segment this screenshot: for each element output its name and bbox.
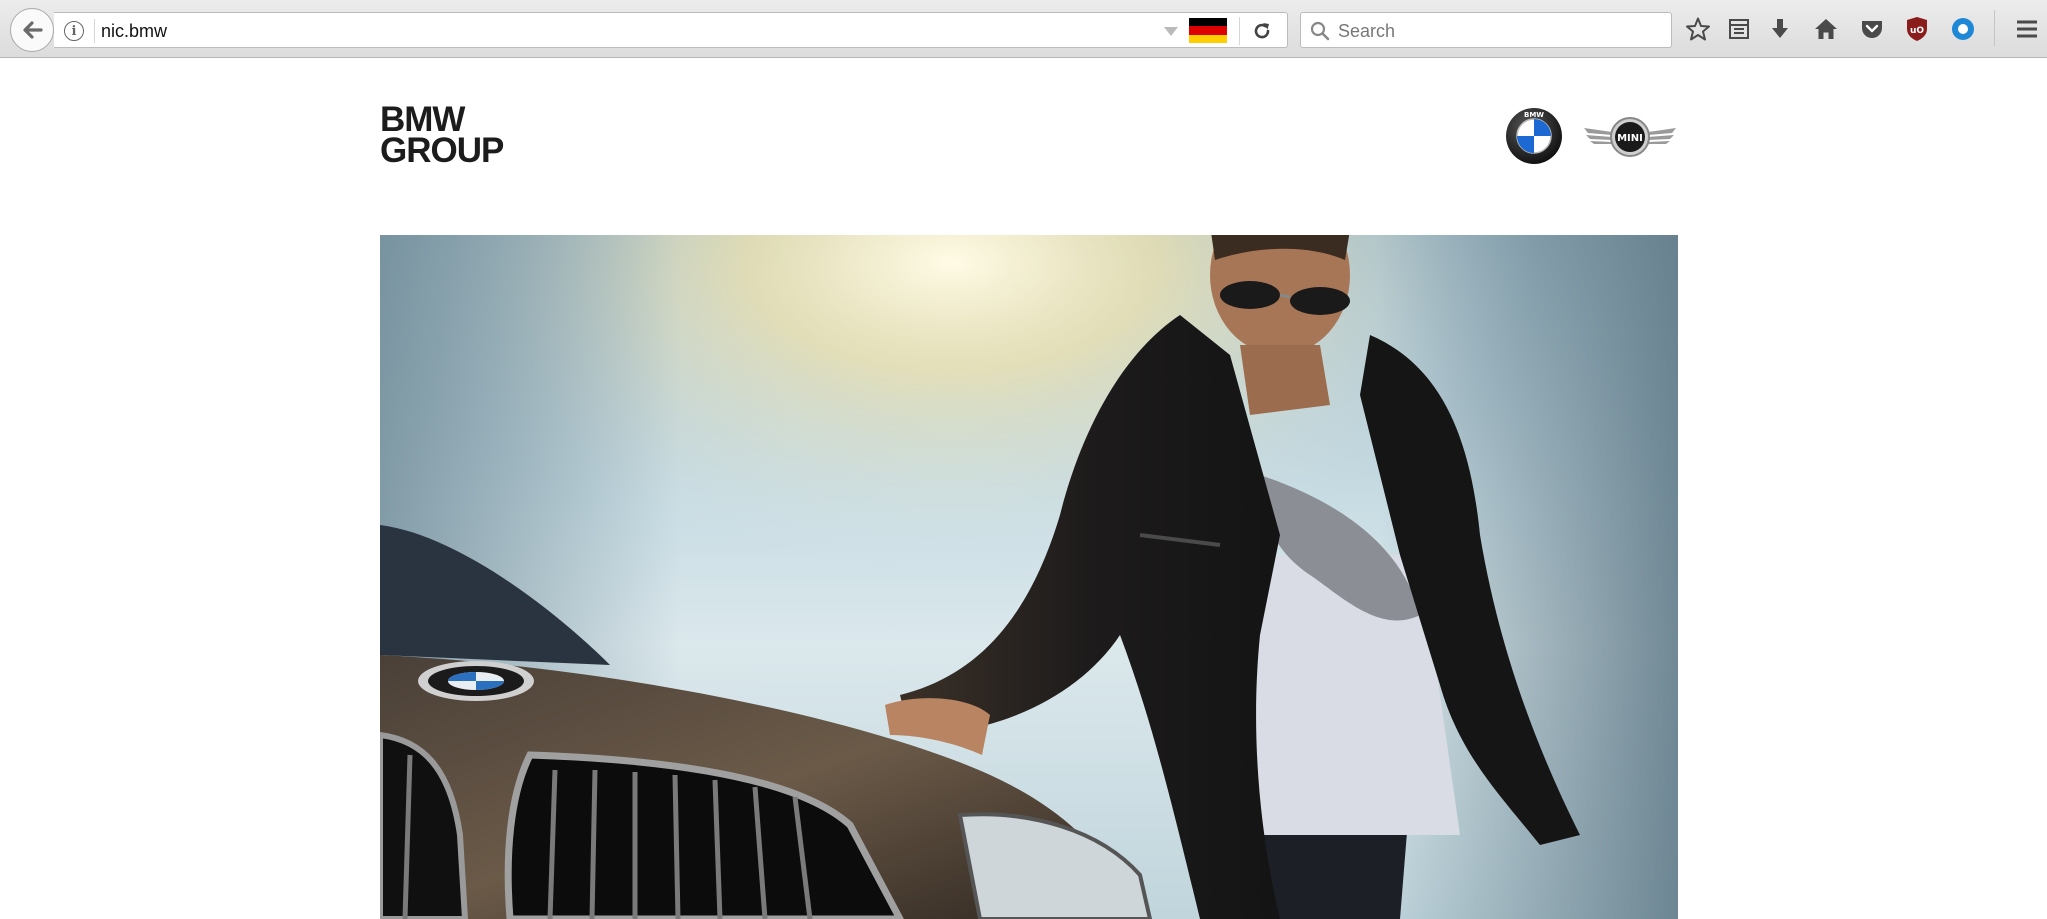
reading-list-icon[interactable]: [1724, 14, 1754, 44]
back-button[interactable]: [10, 8, 54, 52]
url-text[interactable]: nic.bmw: [101, 21, 167, 42]
search-bar[interactable]: Search: [1300, 12, 1672, 48]
mini-logo-text: MINI: [1617, 133, 1643, 144]
url-separator: [94, 19, 95, 43]
browser-toolbar: i nic.bmw Search uO: [0, 0, 2047, 58]
hero-image: [380, 235, 1678, 919]
pocket-icon[interactable]: [1857, 14, 1887, 44]
dropdown-icon[interactable]: [1164, 27, 1178, 36]
extension-circle-icon[interactable]: [1948, 14, 1978, 44]
flag-germany-icon[interactable]: [1189, 18, 1227, 43]
bookmark-star-icon[interactable]: [1683, 14, 1713, 44]
bmw-group-logo[interactable]: BMW GROUP: [380, 102, 504, 170]
search-input[interactable]: Search: [1338, 21, 1395, 42]
back-arrow-icon: [23, 21, 43, 39]
download-icon[interactable]: [1765, 14, 1795, 44]
toolbar-separator: [1994, 10, 1995, 46]
logo-line-2: GROUP: [380, 131, 504, 170]
info-icon[interactable]: i: [64, 21, 84, 41]
bmw-roundel-logo[interactable]: BMW: [1505, 107, 1563, 165]
search-icon: [1310, 21, 1330, 41]
ublock-icon[interactable]: uO: [1902, 14, 1932, 44]
url-separator: [1239, 17, 1240, 45]
hamburger-menu-icon[interactable]: [2012, 14, 2042, 44]
url-bar[interactable]: i nic.bmw: [54, 12, 1288, 48]
home-icon[interactable]: [1811, 14, 1841, 44]
svg-text:uO: uO: [1910, 26, 1924, 36]
bmw-roundel-text: BMW: [1524, 111, 1544, 119]
mini-logo[interactable]: MINI: [1582, 110, 1678, 160]
reload-icon[interactable]: [1250, 19, 1274, 43]
